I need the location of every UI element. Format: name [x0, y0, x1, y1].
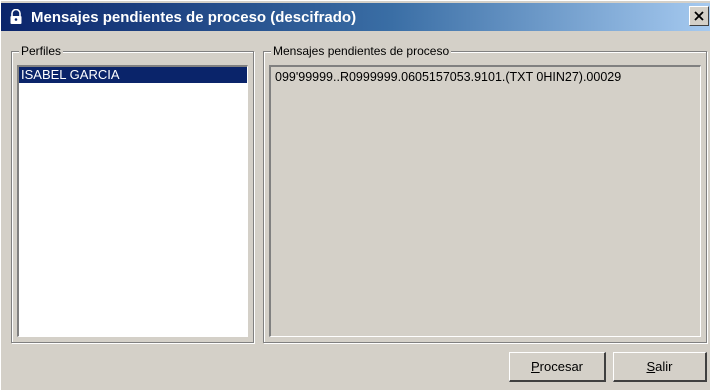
perfiles-label: Perfiles	[19, 43, 64, 59]
close-button[interactable]	[689, 6, 709, 26]
salir-button[interactable]: Salir	[613, 352, 707, 382]
close-icon	[694, 8, 704, 24]
perfiles-listbox[interactable]: ISABEL GARCIA	[17, 65, 248, 337]
procesar-button-label: Procesar	[531, 359, 583, 374]
procesar-button[interactable]: Procesar	[509, 352, 606, 382]
procesar-mnemonic: P	[530, 359, 540, 374]
salir-button-label: Salir	[646, 359, 672, 374]
perfil-item-label: ISABEL GARCIA	[21, 67, 120, 82]
perfiles-group: Perfiles ISABEL GARCIA	[11, 43, 254, 343]
salir-mnemonic: S	[646, 359, 656, 374]
mensaje-item-label: 099'99999..R0999999.0605157053.9101.(TXT…	[275, 70, 622, 84]
mensajes-label: Mensajes pendientes de proceso	[271, 43, 452, 59]
salir-rest: alir	[655, 359, 673, 374]
perfil-list-item[interactable]: ISABEL GARCIA	[19, 67, 247, 83]
window-title: Mensajes pendientes de proceso (descifra…	[31, 8, 357, 26]
mensaje-list-item[interactable]: 099'99999..R0999999.0605157053.9101.(TXT…	[271, 67, 700, 85]
mensajes-listbox[interactable]: 099'99999..R0999999.0605157053.9101.(TXT…	[269, 65, 701, 337]
lock-icon	[7, 8, 25, 26]
procesar-rest: rocesar	[539, 359, 584, 374]
title-bar[interactable]: Mensajes pendientes de proceso (descifra…	[1, 3, 710, 31]
mensajes-group: Mensajes pendientes de proceso 099'99999…	[263, 43, 707, 343]
dialog-window: Mensajes pendientes de proceso (descifra…	[0, 0, 710, 390]
